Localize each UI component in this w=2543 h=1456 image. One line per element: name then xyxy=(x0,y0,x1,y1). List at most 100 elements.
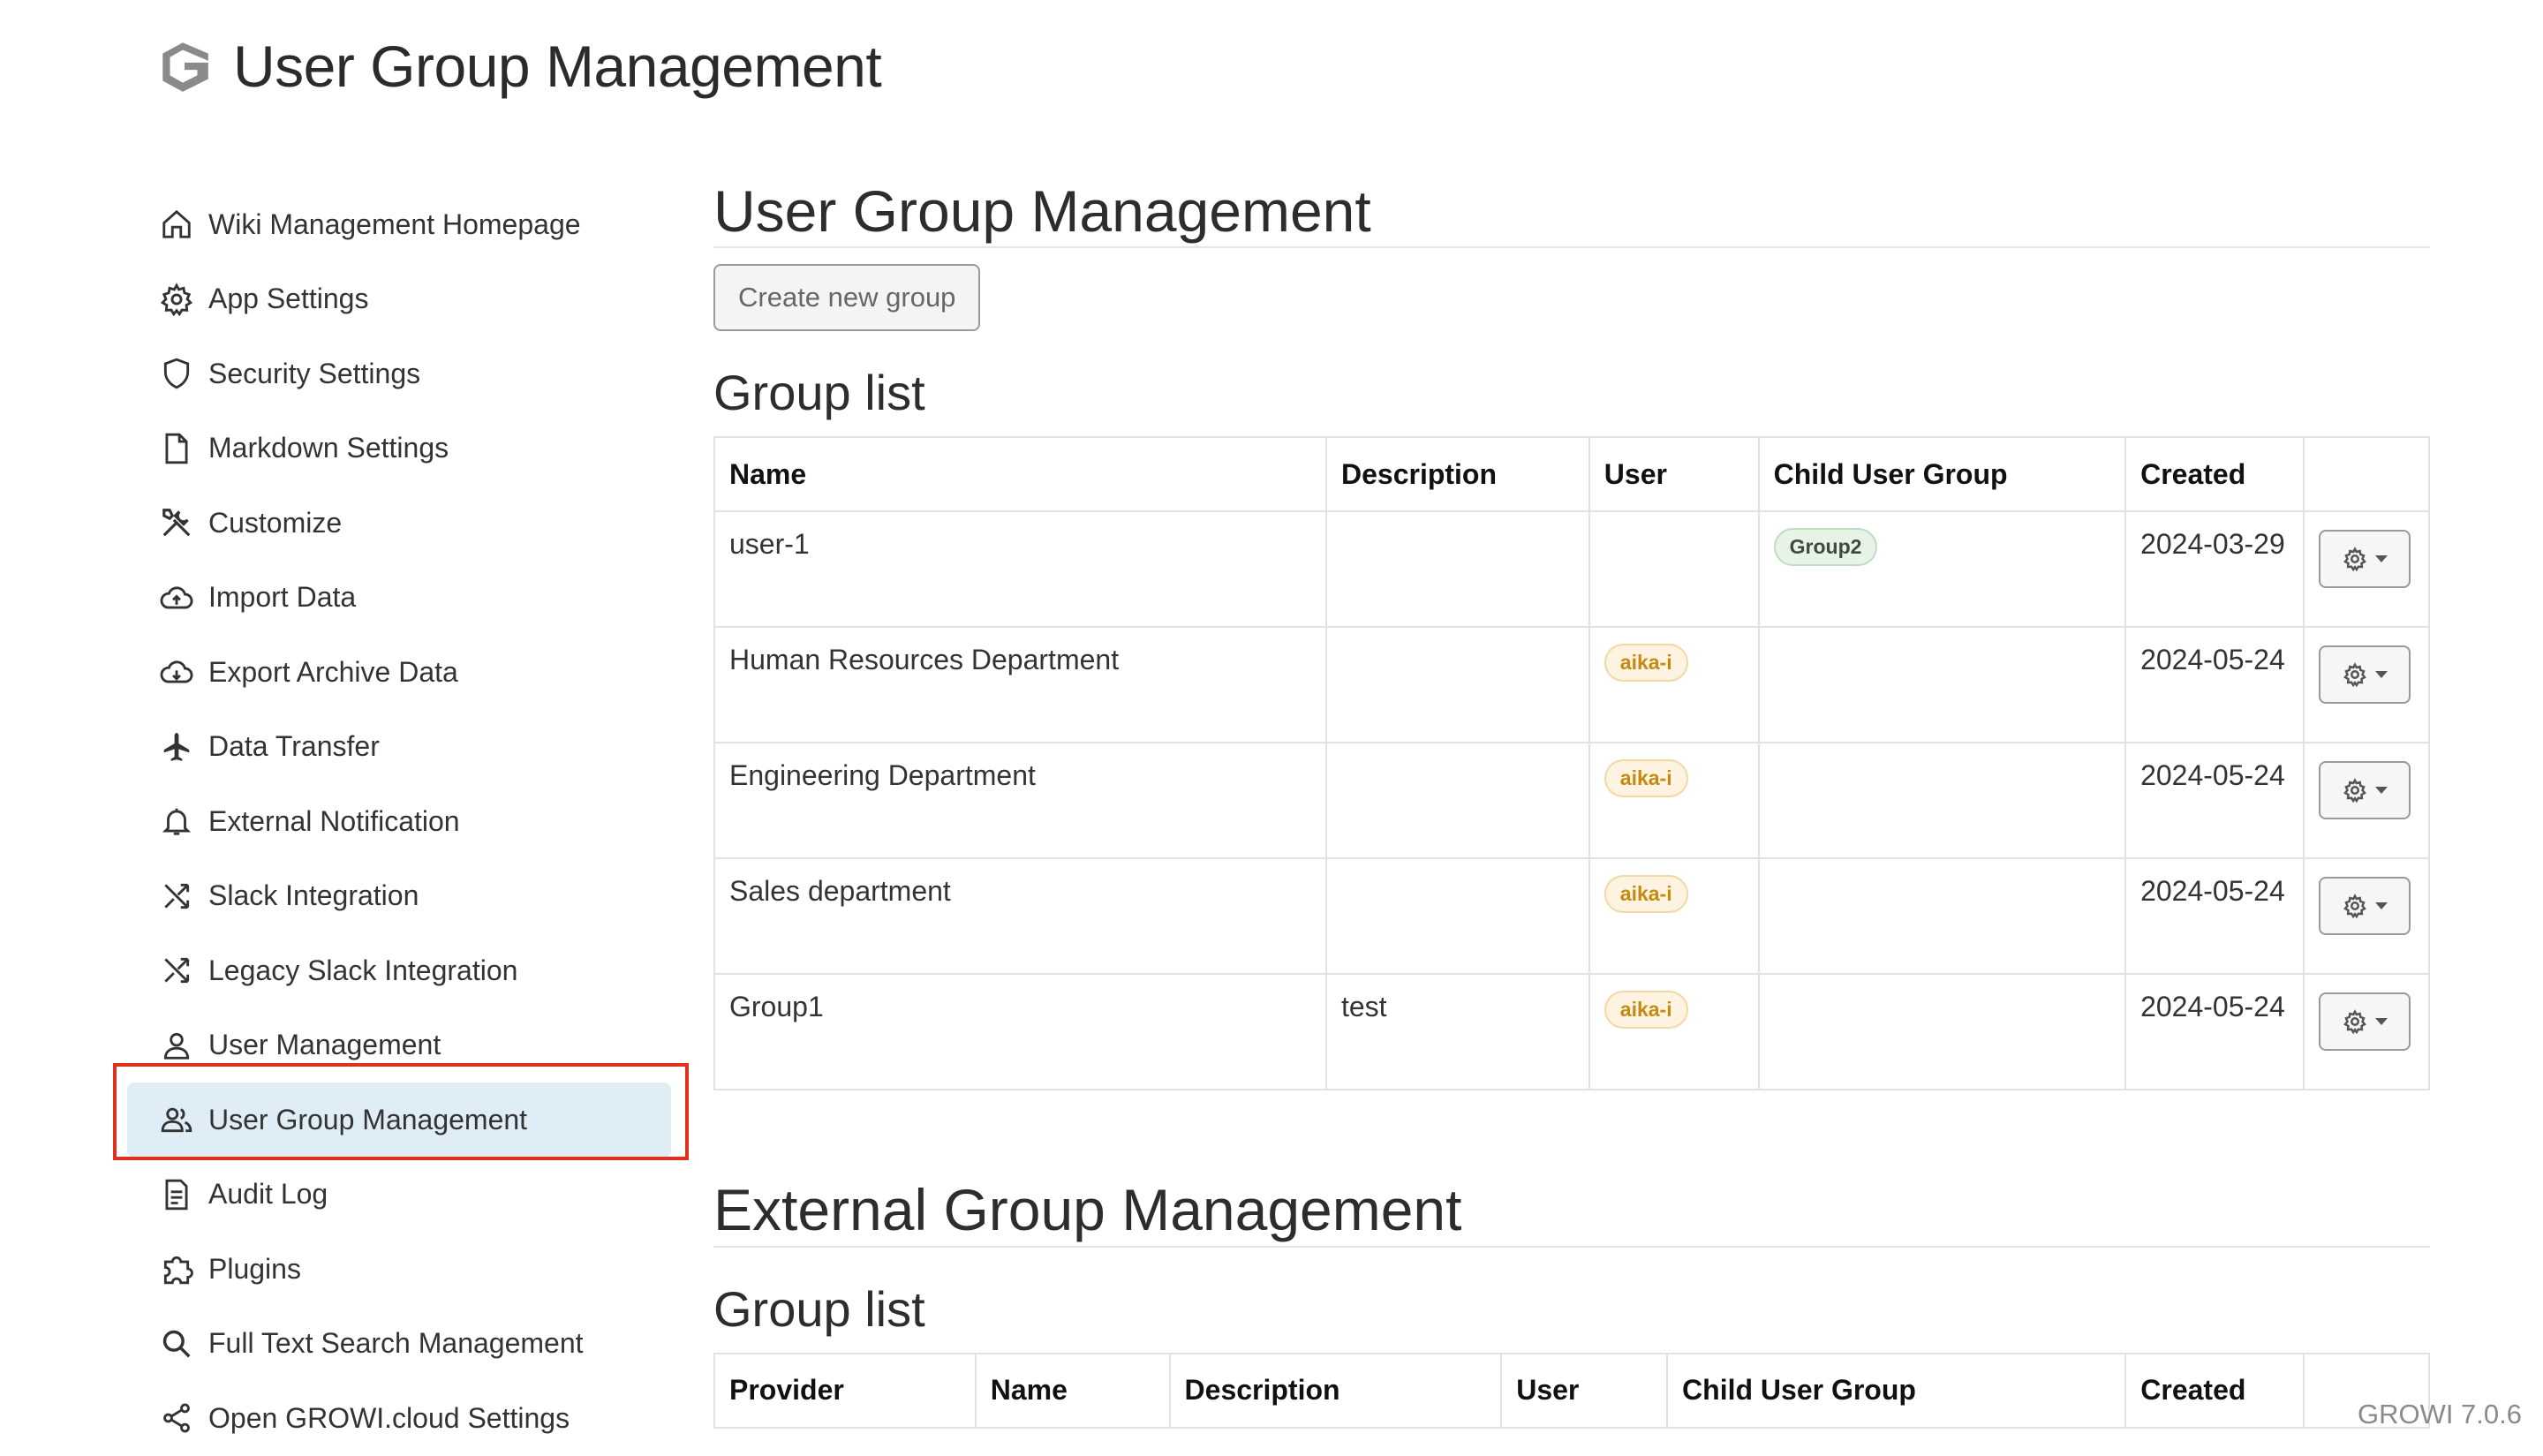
gear-icon xyxy=(159,282,194,317)
external-group-table: Provider Name Description User Child Use… xyxy=(713,1352,2430,1429)
group-users: aika-i xyxy=(1588,742,1760,860)
sidebar-item-customize[interactable]: Customize xyxy=(127,486,671,561)
sidebar-item-label: User Group Management xyxy=(208,1103,528,1135)
table-row: user-1 Group2 2024-03-29 xyxy=(713,510,2431,629)
external-title-container: External Group Management xyxy=(713,1175,2430,1248)
search-icon xyxy=(159,1326,194,1362)
gear-icon xyxy=(2343,778,2366,803)
sidebar-item-label: Markdown Settings xyxy=(208,432,449,464)
shuffle-icon xyxy=(159,953,194,988)
group-created: 2024-03-29 xyxy=(2124,510,2305,629)
group-created: 2024-05-24 xyxy=(2124,742,2305,860)
column-header-user: User xyxy=(1500,1352,1669,1429)
chevron-down-icon xyxy=(2374,1018,2388,1026)
app-header: User Group Management xyxy=(155,26,882,106)
group-description: test xyxy=(1324,973,1590,1091)
cloud-download-icon xyxy=(159,654,194,690)
sidebar-item-wiki-management-homepage[interactable]: Wiki Management Homepage xyxy=(127,187,671,262)
user-badge[interactable]: aika-i xyxy=(1604,644,1688,683)
group-settings-dropdown-button[interactable] xyxy=(2318,761,2411,820)
sidebar-item-markdown-settings[interactable]: Markdown Settings xyxy=(127,411,671,487)
sidebar-item-external-notification[interactable]: External Notification xyxy=(127,784,671,859)
shuffle-icon xyxy=(159,879,194,914)
column-header-description: Description xyxy=(1168,1352,1503,1429)
sidebar-item-label: Legacy Slack Integration xyxy=(208,954,518,986)
airplane-icon xyxy=(159,729,194,765)
sidebar-item-open-growi-cloud-settings[interactable]: Open GROWI.cloud Settings xyxy=(127,1381,671,1456)
column-header-user: User xyxy=(1588,436,1760,513)
group-actions xyxy=(2302,626,2431,744)
document-icon xyxy=(159,1177,194,1212)
group-name-link[interactable]: Engineering Department xyxy=(713,742,1327,860)
sidebar-item-label: External Notification xyxy=(208,804,460,837)
sidebar-item-user-management[interactable]: User Management xyxy=(127,1008,671,1083)
sidebar-item-label: Wiki Management Homepage xyxy=(208,207,581,240)
group-users: aika-i xyxy=(1588,626,1760,744)
group-table: Name Description User Child User Group C… xyxy=(713,436,2431,1091)
group-users: aika-i xyxy=(1588,973,1760,1091)
main-content: User Group Management Create new group G… xyxy=(713,177,2431,1429)
sidebar-item-full-text-search-management[interactable]: Full Text Search Management xyxy=(127,1307,671,1382)
table-row: Engineering Department aika-i 2024-05-24 xyxy=(713,742,2431,860)
sidebar-item-label: Export Archive Data xyxy=(208,655,458,688)
table-header-row: Name Description User Child User Group C… xyxy=(713,436,2431,513)
group-children xyxy=(1757,742,2127,860)
group-description xyxy=(1324,742,1590,860)
chevron-down-icon xyxy=(2374,555,2388,563)
column-header-description: Description xyxy=(1324,436,1590,513)
gear-icon xyxy=(2343,1009,2366,1035)
group-children xyxy=(1757,857,2127,976)
user-badge[interactable]: aika-i xyxy=(1604,759,1688,798)
sidebar-item-security-settings[interactable]: Security Settings xyxy=(127,336,671,411)
sidebar-item-label: Data Transfer xyxy=(208,730,380,763)
chevron-down-icon xyxy=(2374,787,2388,795)
admin-sidebar: Wiki Management Homepage App Settings Se… xyxy=(127,187,671,1456)
group-created: 2024-05-24 xyxy=(2124,626,2305,744)
group-settings-dropdown-button[interactable] xyxy=(2318,992,2411,1052)
group-name-link[interactable]: Sales department xyxy=(713,857,1327,976)
growi-logo-icon[interactable] xyxy=(155,37,214,95)
sidebar-item-audit-log[interactable]: Audit Log xyxy=(127,1158,671,1233)
group-created: 2024-05-24 xyxy=(2124,973,2305,1091)
group-actions xyxy=(2302,742,2431,860)
column-header-created: Created xyxy=(2124,436,2305,513)
person-icon xyxy=(159,1028,194,1063)
sidebar-item-label: App Settings xyxy=(208,283,369,315)
user-badge[interactable]: aika-i xyxy=(1604,991,1688,1030)
sidebar-item-plugins[interactable]: Plugins xyxy=(127,1232,671,1307)
sidebar-item-slack-integration[interactable]: Slack Integration xyxy=(127,859,671,934)
column-header-name: Name xyxy=(974,1352,1171,1429)
column-header-actions xyxy=(2302,436,2431,513)
sidebar-item-label: Audit Log xyxy=(208,1178,328,1211)
gear-icon xyxy=(2343,894,2366,919)
puzzle-icon xyxy=(159,1251,194,1286)
group-users xyxy=(1588,510,1760,629)
sidebar-item-legacy-slack-integration[interactable]: Legacy Slack Integration xyxy=(127,933,671,1008)
chevron-down-icon xyxy=(2374,902,2388,910)
group-name-link[interactable]: user-1 xyxy=(713,510,1327,629)
file-icon xyxy=(159,431,194,466)
create-new-group-button[interactable]: Create new group xyxy=(713,264,981,332)
sidebar-item-app-settings[interactable]: App Settings xyxy=(127,262,671,337)
sidebar-item-user-group-management[interactable]: User Group Management xyxy=(127,1083,671,1158)
sidebar-item-label: Full Text Search Management xyxy=(208,1327,584,1360)
child-group-badge[interactable]: Group2 xyxy=(1773,528,1878,567)
table-row: Sales department aika-i 2024-05-24 xyxy=(713,857,2431,976)
group-settings-dropdown-button[interactable] xyxy=(2318,877,2411,936)
sidebar-item-label: User Management xyxy=(208,1029,441,1061)
people-icon xyxy=(159,1102,194,1137)
page-title-container: User Group Management xyxy=(713,177,2430,249)
group-name-link[interactable]: Human Resources Department xyxy=(713,626,1327,744)
share-icon xyxy=(159,1400,194,1436)
gear-icon xyxy=(2343,662,2366,688)
sidebar-item-data-transfer[interactable]: Data Transfer xyxy=(127,710,671,785)
group-name-link[interactable]: Group1 xyxy=(713,973,1327,1091)
group-children: Group2 xyxy=(1757,510,2127,629)
group-settings-dropdown-button[interactable] xyxy=(2318,645,2411,705)
sidebar-item-import-data[interactable]: Import Data xyxy=(127,561,671,636)
sidebar-item-export-archive-data[interactable]: Export Archive Data xyxy=(127,635,671,710)
group-settings-dropdown-button[interactable] xyxy=(2318,530,2411,589)
user-badge[interactable]: aika-i xyxy=(1604,875,1688,914)
home-icon xyxy=(159,207,194,242)
group-children xyxy=(1757,973,2127,1091)
